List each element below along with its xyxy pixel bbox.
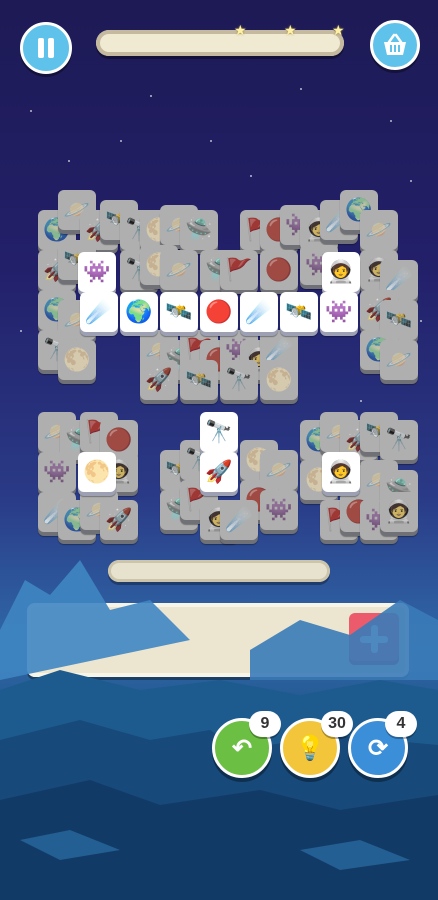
tile-telescope[interactable]: 🔭 xyxy=(200,412,238,452)
tile-satellite[interactable]: 🛰️ xyxy=(280,292,318,332)
planet-ringed-icon: 🪐 xyxy=(385,347,413,372)
tile-comet[interactable]: ☄️ xyxy=(240,292,278,332)
tile-alien-monster[interactable]: 👾 xyxy=(320,292,358,332)
tile-rocket: 🚀 xyxy=(100,500,138,540)
astronaut-helmet-icon: 🧑‍🚀 xyxy=(385,499,413,524)
undo-arrow-icon: ↶ xyxy=(231,734,253,762)
mars-icon: 🔴 xyxy=(105,427,133,452)
alien-monster-icon: 👾 xyxy=(43,459,71,484)
mars-icon: 🔴 xyxy=(205,299,233,324)
astronaut-helmet-icon: 🧑‍🚀 xyxy=(327,259,355,284)
undo-count-badge: 9 xyxy=(249,711,281,737)
rocket-icon: 🚀 xyxy=(145,367,173,392)
comet-icon: ☄️ xyxy=(85,299,113,324)
tile-planet-ringed: 🪐 xyxy=(360,210,398,250)
telescope-icon: 🔭 xyxy=(385,427,413,452)
alien-monster-icon: 👾 xyxy=(325,299,353,324)
moon-icon: 🌕 xyxy=(83,459,111,484)
tile-satellite[interactable]: 🛰️ xyxy=(160,292,198,332)
tile-astronaut-helmet[interactable]: 🧑‍🚀 xyxy=(322,252,360,292)
tile-ufo: 🛸 xyxy=(180,210,218,250)
tile-astronaut-helmet[interactable]: 🧑‍🚀 xyxy=(322,452,360,492)
tile-satellite: 🛰️ xyxy=(180,360,218,400)
tile-planet-earth[interactable]: 🌍 xyxy=(120,292,158,332)
tile-telescope: 🔭 xyxy=(380,420,418,460)
satellite-icon: 🛰️ xyxy=(285,299,313,324)
saturn-icon: 🪐 xyxy=(165,257,193,282)
alien-monster-icon: 👾 xyxy=(265,497,293,522)
tile-alien-monster[interactable]: 👾 xyxy=(78,252,116,292)
tile-mars[interactable]: 🔴 xyxy=(200,292,238,332)
rocket-icon: 🚀 xyxy=(105,507,133,532)
tile-moon[interactable]: 🌕 xyxy=(78,452,116,492)
tile-flag: 🚩 xyxy=(220,250,258,290)
tile-moon: 🌕 xyxy=(58,340,96,380)
tile-saturn: 🪐 xyxy=(160,250,198,290)
telescope-icon: 🔭 xyxy=(205,419,233,444)
tile-moon: 🌕 xyxy=(260,360,298,400)
satellite-icon: 🛰️ xyxy=(165,299,193,324)
tile-planet-ringed: 🪐 xyxy=(380,340,418,380)
tile-rocket[interactable]: 🚀 xyxy=(200,452,238,492)
tile-comet: ☄️ xyxy=(220,500,258,540)
mars-icon: 🔴 xyxy=(265,257,293,282)
flag-icon: 🚩 xyxy=(225,257,253,282)
tile-rocket: 🚀 xyxy=(140,360,178,400)
lightbulb-icon: 💡 xyxy=(295,734,325,762)
shuffle-button[interactable]: ⟳ 4 xyxy=(348,711,417,778)
rocket-icon: 🚀 xyxy=(205,459,233,484)
ufo-icon: 🛸 xyxy=(185,217,213,242)
hint-count-badge: 30 xyxy=(321,711,353,737)
hint-button[interactable]: 💡 30 xyxy=(280,711,353,778)
satellite-icon: 🛰️ xyxy=(185,367,213,392)
tile-telescope: 🔭 xyxy=(220,360,258,400)
tile-alien-monster: 👾 xyxy=(38,452,76,492)
undo-button[interactable]: ↶ 9 xyxy=(212,711,281,778)
moon-icon: 🌕 xyxy=(265,367,293,392)
tile-alien-monster: 👾 xyxy=(260,490,298,530)
shuffle-count-badge: 4 xyxy=(385,711,417,737)
planet-ringed-icon: 🪐 xyxy=(365,217,393,242)
tile-mars: 🔴 xyxy=(260,250,298,290)
comet-icon: ☄️ xyxy=(245,299,273,324)
telescope-icon: 🔭 xyxy=(225,367,253,392)
shuffle-icon: ⟳ xyxy=(367,734,389,762)
tile-comet[interactable]: ☄️ xyxy=(80,292,118,332)
planet-earth-icon: 🌍 xyxy=(125,299,153,324)
comet-icon: ☄️ xyxy=(225,507,253,532)
moon-icon: 🌕 xyxy=(63,347,91,372)
astronaut-helmet-icon: 🧑‍🚀 xyxy=(327,459,355,484)
tile-astronaut-helmet: 🧑‍🚀 xyxy=(380,492,418,532)
alien-monster-icon: 👾 xyxy=(83,259,111,284)
